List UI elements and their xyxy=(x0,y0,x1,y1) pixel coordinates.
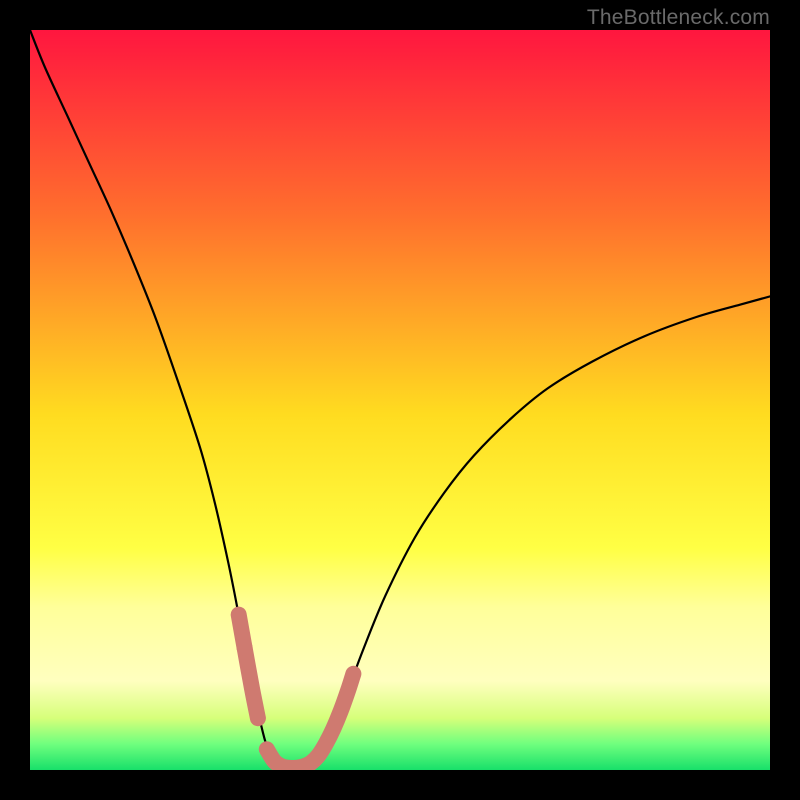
highlight-band xyxy=(267,674,354,768)
watermark-text: TheBottleneck.com xyxy=(587,6,770,30)
highlight-dot xyxy=(237,640,253,656)
highlight-band xyxy=(239,615,258,719)
chart-frame: TheBottleneck.com xyxy=(0,0,800,800)
bottleneck-curve xyxy=(30,30,770,770)
plot-area xyxy=(30,30,770,770)
